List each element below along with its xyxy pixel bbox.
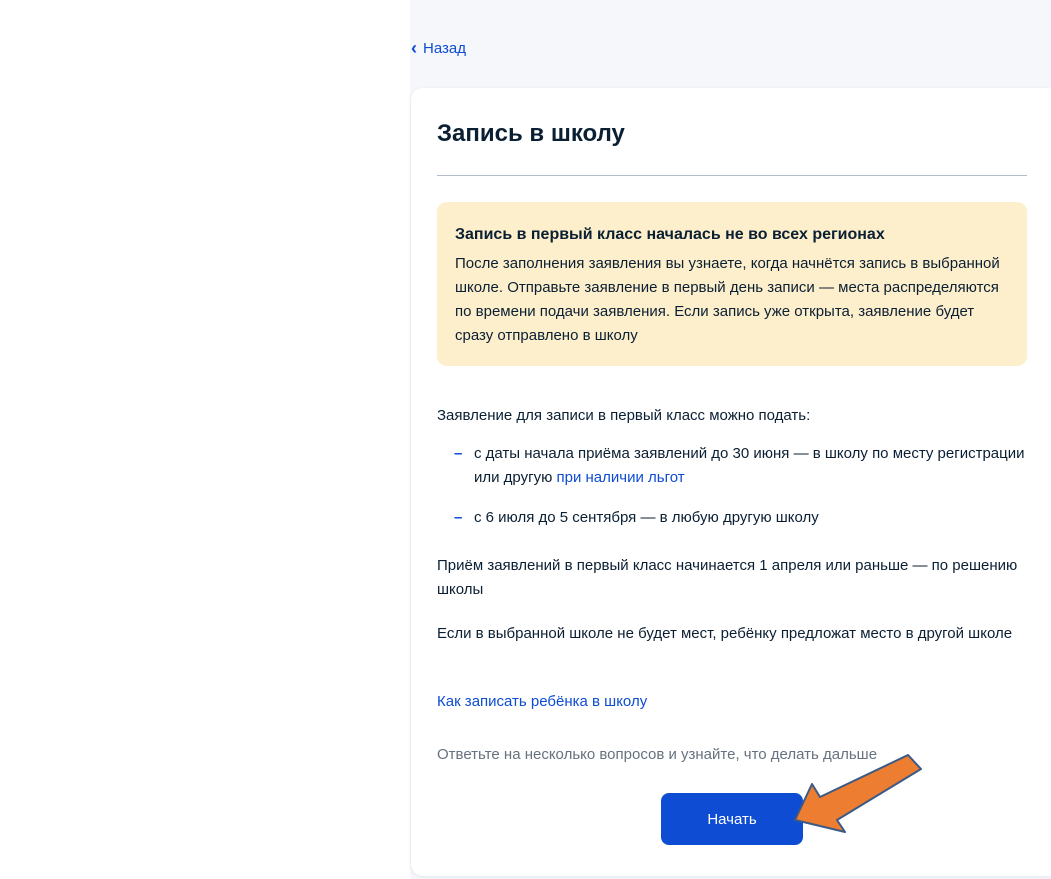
- list-item: – с 6 июля до 5 сентября — в любую другу…: [437, 506, 1027, 530]
- title-divider: [437, 175, 1027, 176]
- chevron-left-icon: ‹: [411, 38, 417, 58]
- bullet-dash: –: [454, 509, 463, 526]
- benefits-link[interactable]: при наличии льгот: [557, 469, 685, 486]
- start-date-text: Приём заявлений в первый класс начинаетс…: [437, 557, 1018, 598]
- back-link[interactable]: ‹ Назад: [411, 38, 466, 58]
- how-to-enroll-link[interactable]: Как записать ребёнка в школу: [437, 690, 647, 714]
- notice-title: Запись в первый класс началась не во все…: [455, 226, 885, 243]
- no-places-text: Если в выбранной школе не будет мест, ре…: [437, 625, 1013, 642]
- bullet-dash: –: [454, 445, 463, 462]
- page-title: Запись в школу: [437, 120, 625, 147]
- left-blank-area: [0, 0, 410, 879]
- list-item-text: с 6 июля до 5 сентября — в любую другую …: [474, 509, 819, 526]
- back-link-label: Назад: [423, 40, 466, 57]
- questions-hint: Ответьте на несколько вопросов и узнайте…: [437, 746, 878, 763]
- start-button[interactable]: Начать: [661, 793, 803, 845]
- warning-notice: Запись в первый класс началась не во все…: [437, 202, 1027, 366]
- service-card: Запись в школу Запись в первый класс нач…: [411, 88, 1051, 876]
- intro-text: Заявление для записи в первый класс можн…: [437, 407, 811, 424]
- notice-text: После заполнения заявления вы узнаете, к…: [455, 255, 1000, 344]
- deadline-list: – с даты начала приёма заявлений до 30 и…: [437, 442, 1027, 546]
- list-item: – с даты начала приёма заявлений до 30 и…: [437, 442, 1027, 490]
